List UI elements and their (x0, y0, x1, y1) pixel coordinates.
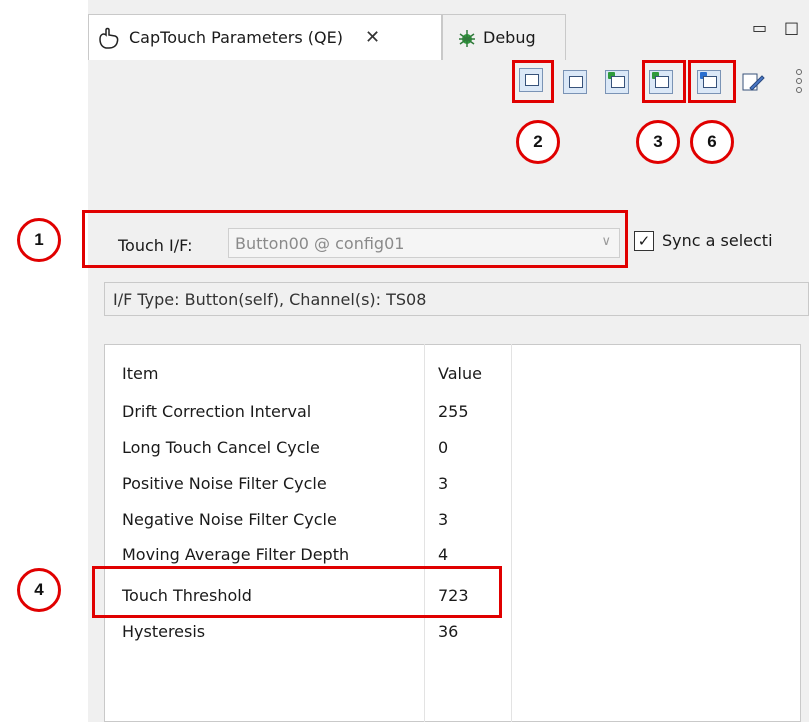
parameter-table (104, 344, 801, 722)
tab-label: CapTouch Parameters (QE) (129, 28, 343, 47)
table-export-icon[interactable] (605, 70, 629, 94)
highlight-box-6 (688, 60, 736, 103)
debug-bug-icon (457, 28, 477, 48)
table-row-value[interactable]: 3 (438, 510, 448, 529)
tab-captouch-parameters[interactable]: CapTouch Parameters (QE) ✕ (88, 14, 442, 60)
highlight-box-4 (92, 566, 502, 618)
highlight-box-3 (642, 60, 686, 103)
table-header-value[interactable]: Value (438, 364, 482, 383)
callout-3: 3 (636, 120, 680, 164)
table-row-item[interactable]: Long Touch Cancel Cycle (122, 438, 320, 457)
minimize-icon[interactable]: ▭ (752, 18, 767, 37)
table-row-value[interactable]: 255 (438, 402, 469, 421)
view-list-icon[interactable] (563, 70, 587, 94)
sync-label: Sync a selecti (662, 231, 773, 250)
table-row-item[interactable]: Moving Average Filter Depth (122, 545, 349, 564)
callout-6: 6 (690, 120, 734, 164)
table-row-value[interactable]: 4 (438, 545, 448, 564)
highlight-box-1 (82, 210, 628, 268)
if-type-field: I/F Type: Button(self), Channel(s): TS08 (104, 282, 809, 316)
more-icon[interactable] (792, 66, 806, 96)
maximize-icon[interactable]: □ (784, 18, 799, 37)
highlight-box-2 (512, 60, 554, 103)
if-type-text: I/F Type: Button(self), Channel(s): TS08 (113, 289, 427, 309)
sync-checkbox[interactable]: ✓ (634, 231, 654, 251)
table-row-value[interactable]: 36 (438, 622, 458, 641)
table-row-item[interactable]: Hysteresis (122, 622, 205, 641)
table-row-item[interactable]: Drift Correction Interval (122, 402, 311, 421)
close-icon[interactable]: ✕ (365, 27, 380, 48)
hand-touch-icon (97, 27, 121, 49)
table-row-item[interactable]: Negative Noise Filter Cycle (122, 510, 337, 529)
edit-icon[interactable] (740, 70, 766, 94)
callout-1: 1 (17, 218, 61, 262)
table-row-value[interactable]: 0 (438, 438, 448, 457)
callout-4: 4 (17, 568, 61, 612)
tab-debug[interactable]: Debug (442, 14, 566, 60)
table-header-item[interactable]: Item (122, 364, 158, 383)
tab-label: Debug (483, 28, 536, 47)
column-divider (424, 344, 425, 722)
column-divider (511, 344, 512, 722)
table-row-item[interactable]: Positive Noise Filter Cycle (122, 474, 327, 493)
table-row-value[interactable]: 3 (438, 474, 448, 493)
callout-2: 2 (516, 120, 560, 164)
